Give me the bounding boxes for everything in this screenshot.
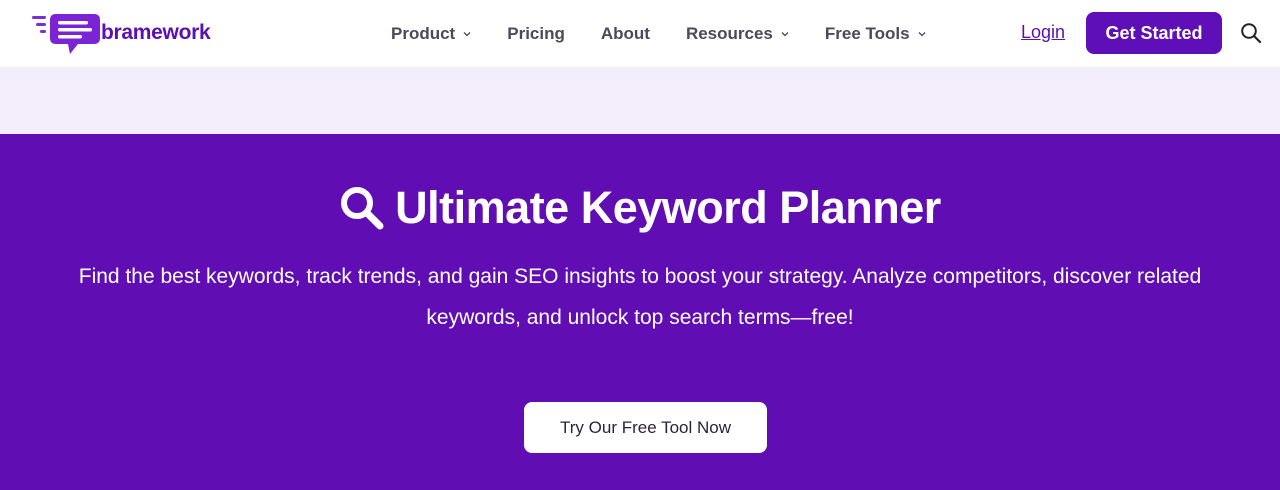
brand-logo[interactable]: bramework <box>30 10 211 56</box>
hero-section: Ultimate Keyword Planner Find the best k… <box>0 134 1280 490</box>
announcement-band <box>0 68 1280 134</box>
main-nav: Product Pricing About Resources Free Too… <box>391 0 962 68</box>
brand-logo-icon <box>32 14 100 54</box>
nav-item-about[interactable]: About <box>601 24 650 44</box>
nav-item-product[interactable]: Product <box>391 24 471 44</box>
nav-item-pricing[interactable]: Pricing <box>507 24 565 44</box>
nav-item-label: About <box>600 24 650 43</box>
page-title: Ultimate Keyword Planner <box>395 182 941 233</box>
get-started-button[interactable]: Get Started <box>1086 12 1222 54</box>
brand-name: bramework <box>101 21 211 44</box>
hero-heading: Ultimate Keyword Planner <box>0 182 1280 234</box>
search-icon <box>1241 23 1262 44</box>
magnifier-icon <box>341 187 384 230</box>
nav-item-label: Resources <box>685 24 773 43</box>
nav-item-label: Free Tools <box>824 24 910 43</box>
nav-item-label: Product <box>391 24 456 43</box>
search-button[interactable] <box>1240 22 1262 44</box>
login-link[interactable]: Login <box>1021 22 1065 43</box>
nav-item-resources[interactable]: Resources <box>686 24 789 44</box>
site-header: bramework Product Pricing About Resource… <box>0 0 1280 68</box>
nav-item-free-tools[interactable]: Free Tools <box>825 24 926 44</box>
try-free-tool-button[interactable]: Try Our Free Tool Now <box>524 402 767 453</box>
chevron-down-icon <box>463 32 471 37</box>
hero-subtitle: Find the best keywords, track trends, an… <box>78 265 1202 329</box>
chevron-down-icon <box>918 32 926 37</box>
nav-item-label: Pricing <box>507 24 565 43</box>
chevron-down-icon <box>781 32 789 37</box>
